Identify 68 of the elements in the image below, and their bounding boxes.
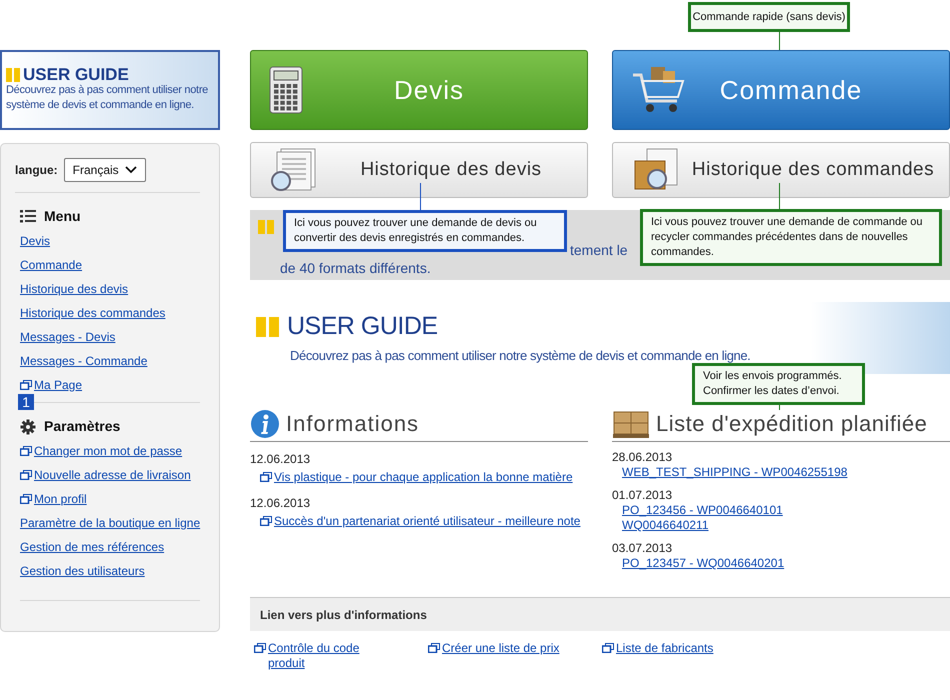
leader-line xyxy=(420,183,421,210)
shipping-link[interactable]: WQ0046640211 xyxy=(622,518,709,532)
settings-heading: Paramètres xyxy=(44,417,120,436)
sidebar-link[interactable]: Mon profil xyxy=(34,490,87,508)
info-icon xyxy=(250,408,280,438)
sidebar-link[interactable]: Gestion des utilisateurs xyxy=(20,562,145,580)
double-bar-icon xyxy=(256,316,279,337)
news-link[interactable]: Succès d'un partenariat orienté utilisateur - meilleure note xyxy=(274,512,580,530)
leader-line xyxy=(779,183,780,210)
tooltip: Ici vous pouvez trouver une demande de commande ou recycler commandes précédentes dans de nouvelles commandes. xyxy=(640,209,942,266)
leader-line xyxy=(779,32,780,50)
news-date: 12.06.2013 xyxy=(250,451,312,468)
sidebar-link[interactable]: Messages - Devis xyxy=(20,328,116,346)
shipping-date: 01.07.2013 xyxy=(612,488,674,503)
chevron-down-icon xyxy=(124,166,137,174)
language-select[interactable]: Français xyxy=(64,158,146,182)
sidebar-link[interactable]: Historique des commandes xyxy=(20,304,166,322)
sidebar-link[interactable]: Nouvelle adresse de livraison xyxy=(34,466,191,484)
double-bar-icon xyxy=(6,68,20,82)
shipping-link[interactable]: WEB_TEST_SHIPPING - WP0046255198 xyxy=(622,465,848,479)
sidebar-link[interactable]: Messages - Commande xyxy=(20,352,148,370)
sidebar-link[interactable]: Changer mon mot de passe xyxy=(34,442,182,460)
news-link[interactable]: Vis plastique - pour chaque application la bonne matière xyxy=(274,468,573,486)
banner-title: USER GUIDE xyxy=(23,66,129,83)
sidebar-link[interactable]: Commande xyxy=(20,256,82,274)
tooltip: Commande rapide (sans devis) xyxy=(688,2,850,32)
action-button[interactable]: Commande xyxy=(612,50,950,130)
sidebar-link[interactable]: Historique des devis xyxy=(20,280,128,298)
settings-icon xyxy=(20,418,36,434)
section-title: Informations xyxy=(286,410,420,438)
boxes-pallet-icon xyxy=(612,408,650,438)
shipping-date: 03.07.2013 xyxy=(612,541,674,556)
new-window-icon xyxy=(254,643,266,653)
shipping-link[interactable]: PO_123457 - WQ0046640201 xyxy=(622,556,784,570)
banner-text: Découvrez pas à pas comment utiliser notre système de devis et commande en ligne. xyxy=(6,83,209,113)
step-badge: 1 xyxy=(18,394,34,410)
tooltip: Voir les envois programmés. Confirmer les dates d’envoi. xyxy=(692,363,865,405)
info-link[interactable]: Créer une liste de prix xyxy=(442,641,562,656)
more-info-title: Lien vers plus d'informations xyxy=(260,606,427,624)
new-window-icon xyxy=(260,472,272,482)
shipping-link[interactable]: PO_123456 - WP0046640101 xyxy=(622,503,783,517)
user-guide-subtitle: Découvrez pas à pas comment utiliser notre système de devis et commande en ligne. xyxy=(289,348,752,362)
sidebar-link[interactable]: Paramètre de la boutique en ligne xyxy=(20,514,200,532)
section-title: Liste d'expédition planifiée xyxy=(656,410,928,438)
shopping-cart-icon xyxy=(631,65,687,115)
double-bar-icon xyxy=(258,220,274,234)
action-button[interactable]: Historique des devis xyxy=(250,142,588,198)
sidebar-link[interactable]: Gestion de mes références xyxy=(20,538,164,556)
user-guide-title: USER GUIDE xyxy=(287,311,438,342)
banner-text: tement le xyxy=(570,241,628,260)
calculator-icon xyxy=(269,66,303,114)
tooltip: Ici vous pouvez trouver une demande de devis ou convertir des devis enregistrés en commandes. xyxy=(283,210,567,252)
language-label: langue: xyxy=(15,162,58,179)
info-link[interactable]: Liste de fabricants xyxy=(616,641,736,656)
shipping-date: 28.06.2013 xyxy=(612,450,674,465)
sidebar-link[interactable]: Ma Page xyxy=(34,376,82,394)
banner-text: de 40 formats différents. xyxy=(280,260,431,277)
user-guide-banner[interactable]: USER GUIDE Découvrez pas à pas comment utiliser notre système de devis et commande en ligne. xyxy=(0,50,220,130)
action-button[interactable]: Historique des commandes xyxy=(612,142,950,198)
leader-line xyxy=(779,403,780,410)
new-window-icon xyxy=(260,516,272,526)
info-link[interactable]: Contrôle du code produit xyxy=(268,641,388,671)
new-window-icon xyxy=(428,643,440,653)
menu-heading: Menu xyxy=(44,207,81,226)
new-window-icon xyxy=(602,643,614,653)
news-date: 12.06.2013 xyxy=(250,495,312,512)
list-icon xyxy=(20,210,36,223)
sidebar-link[interactable]: Devis xyxy=(20,232,50,250)
